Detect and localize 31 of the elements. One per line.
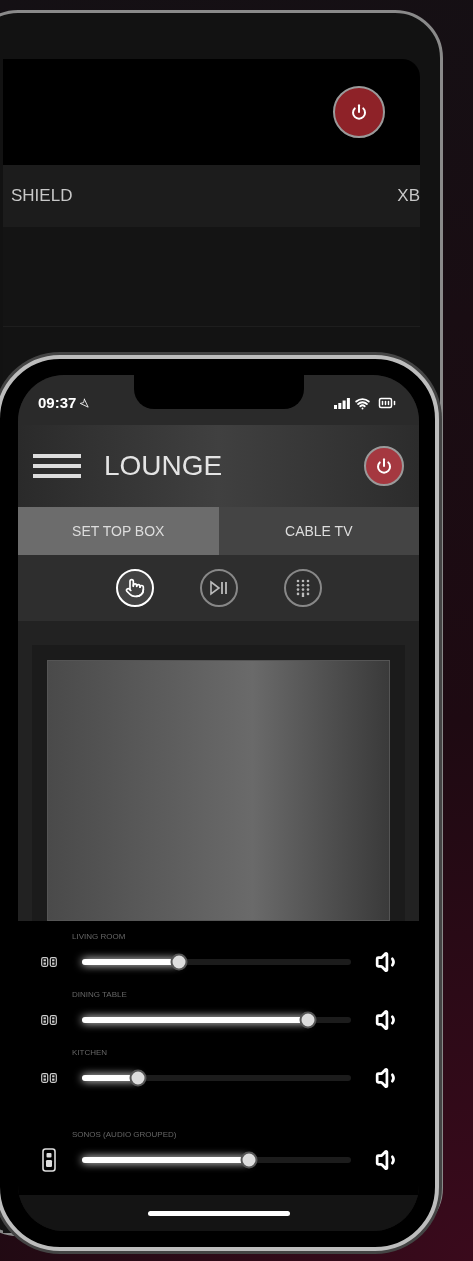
power-icon <box>351 104 367 120</box>
signal-icon <box>334 397 350 409</box>
zone-label: KITCHEN <box>72 1047 109 1059</box>
slider-thumb[interactable] <box>240 1151 258 1169</box>
menu-icon[interactable] <box>33 454 81 478</box>
zone-label: DINING TABLE <box>72 989 128 1001</box>
device-tab[interactable]: XB <box>397 165 420 227</box>
room-title: LOUNGE <box>104 449 224 483</box>
power-button[interactable] <box>364 446 404 486</box>
zone-label: LIVING ROOM <box>72 931 127 943</box>
location-icon <box>79 398 90 408</box>
speaker-pair-icon <box>41 957 57 967</box>
mode-button[interactable] <box>199 569 238 607</box>
play-pause-icon <box>208 580 229 596</box>
slider-thumb[interactable] <box>130 1069 147 1087</box>
slider-thumb[interactable] <box>170 953 188 971</box>
source-tab[interactable]: CABLE TV <box>218 507 419 555</box>
pointer-hand-icon <box>124 578 145 598</box>
status-time: 09:37 <box>38 392 77 413</box>
device-tab[interactable]: SHIELD <box>11 165 73 227</box>
speaker-pair-icon <box>41 1073 57 1083</box>
keypad-icon <box>295 579 310 597</box>
wifi-icon <box>355 395 370 411</box>
speaker-pair-icon <box>41 1015 57 1025</box>
source-tab[interactable]: SET TOP BOX <box>18 507 219 555</box>
power-button[interactable] <box>333 86 385 138</box>
slider-thumb[interactable] <box>299 1011 317 1029</box>
power-icon <box>376 458 392 474</box>
zone-label: SONOS (AUDIO GROUPED) <box>72 1129 178 1141</box>
mode-button[interactable] <box>283 569 322 607</box>
speaker-icon <box>42 1148 56 1172</box>
